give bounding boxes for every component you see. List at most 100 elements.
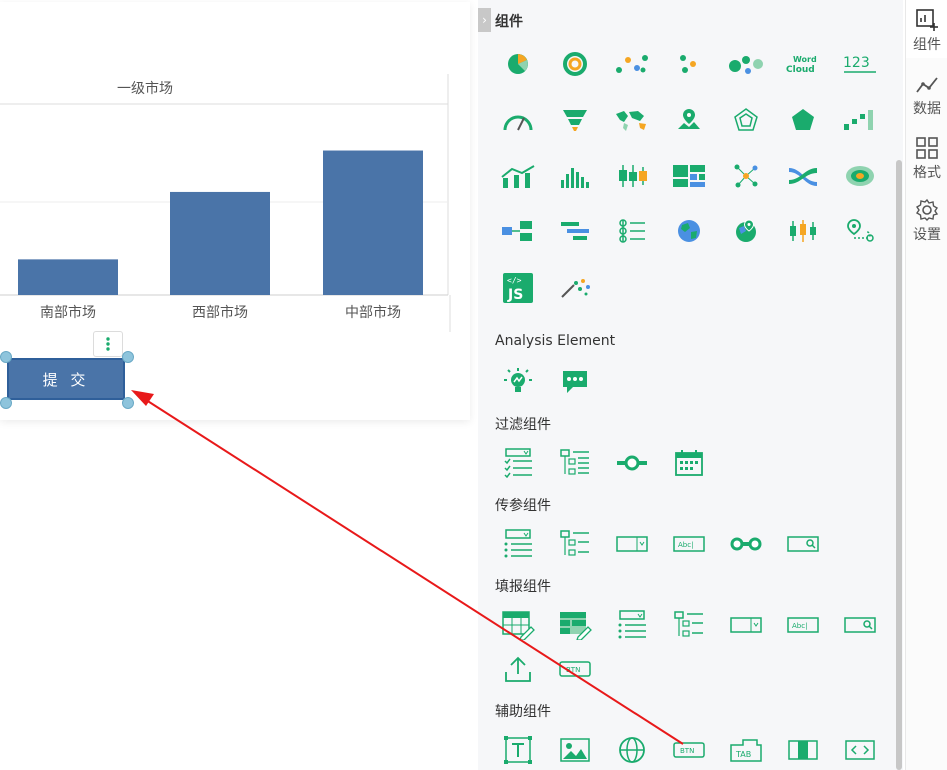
panel-scrollbar[interactable]: [896, 160, 902, 770]
widget-more-menu-button[interactable]: [93, 331, 123, 357]
step-chart-icon[interactable]: [840, 102, 880, 138]
fill-dropdown-list-icon[interactable]: [612, 607, 652, 643]
fill-search-icon[interactable]: [840, 607, 880, 643]
globe-map-icon[interactable]: [669, 213, 709, 249]
flow-chart-icon[interactable]: [498, 213, 538, 249]
funnel-icon[interactable]: [555, 102, 595, 138]
bar-3[interactable]: [323, 150, 423, 295]
web-globe-icon[interactable]: [612, 732, 652, 768]
heatmap-icon[interactable]: [840, 158, 880, 194]
fill-text-input-icon[interactable]: Abc|: [783, 607, 823, 643]
histogram-icon[interactable]: [555, 158, 595, 194]
section-param-title: 传参组件: [495, 498, 551, 514]
fill-form-edit-icon[interactable]: [555, 607, 595, 643]
resize-handle-tr[interactable]: [122, 351, 134, 363]
image-icon[interactable]: [555, 732, 595, 768]
param-dropdown-list-icon[interactable]: [498, 526, 538, 562]
bubble-chart-icon[interactable]: [726, 46, 766, 82]
point-chart-icon[interactable]: [669, 46, 709, 82]
param-search-icon[interactable]: [783, 526, 823, 562]
world-map-icon[interactable]: [612, 102, 652, 138]
rightbar-item-data[interactable]: 数据: [906, 66, 947, 124]
checkbox-list-icon[interactable]: [498, 445, 538, 481]
grid-format-icon: [916, 137, 938, 159]
rightbar-label-components: 组件: [913, 37, 941, 53]
sankey-icon[interactable]: [783, 158, 823, 194]
timeline-list-icon[interactable]: [612, 213, 652, 249]
gantt-icon[interactable]: [555, 213, 595, 249]
comment-bubble-icon[interactable]: [555, 364, 595, 400]
bar-1[interactable]: [18, 259, 118, 295]
fill-table-edit-icon[interactable]: [498, 607, 538, 643]
chart-title: 一级市场: [117, 80, 173, 97]
bar-chart: 一级市场 南部市场 西部市场 中部市场: [0, 74, 451, 332]
gauge-icon[interactable]: [498, 102, 538, 138]
svg-text:123: 123: [843, 55, 870, 71]
submit-button-widget[interactable]: 提 交: [0, 351, 134, 409]
rightbar-item-format[interactable]: 格式: [906, 128, 947, 186]
number-card-icon[interactable]: 123: [840, 46, 880, 82]
range-slider-icon[interactable]: [612, 445, 652, 481]
resize-handle-tl[interactable]: [0, 351, 12, 363]
scatter-dots-icon[interactable]: [612, 46, 652, 82]
carousel-icon[interactable]: [840, 732, 880, 768]
pie-chart-icon[interactable]: [498, 46, 538, 82]
radar-outline-icon[interactable]: [726, 102, 766, 138]
design-canvas[interactable]: 一级市场 南部市场 西部市场 中部市场 提 交: [0, 0, 470, 770]
param-text-input-icon[interactable]: Abc|: [669, 526, 709, 562]
insight-bulb-icon[interactable]: [498, 364, 538, 400]
fill-tree-icon[interactable]: [669, 607, 709, 643]
param-select-icon[interactable]: [612, 526, 652, 562]
network-graph-icon[interactable]: [726, 158, 766, 194]
section-fill-title: 填报组件: [495, 579, 551, 595]
tree-list-icon[interactable]: [555, 445, 595, 481]
ring-chart-icon[interactable]: [555, 46, 595, 82]
submit-button[interactable]: 提 交: [7, 358, 125, 400]
rightbar-item-components[interactable]: 组件: [906, 0, 947, 58]
fill-select-icon[interactable]: [726, 607, 766, 643]
svg-text:BTN: BTN: [566, 666, 580, 674]
candlestick-icon[interactable]: [783, 213, 823, 249]
param-tree-icon[interactable]: [555, 526, 595, 562]
resize-handle-bl[interactable]: [0, 397, 12, 409]
upload-icon[interactable]: [498, 651, 538, 687]
rightbar-label-settings: 设置: [913, 227, 941, 243]
rightbar-label-data: 数据: [913, 101, 941, 117]
svg-text:</>: </>: [507, 276, 522, 285]
magic-wand-icon[interactable]: [555, 270, 595, 306]
calendar-icon[interactable]: [669, 445, 709, 481]
globe-pin-icon[interactable]: [726, 213, 766, 249]
rightbar-item-settings[interactable]: 设置: [906, 190, 947, 248]
button-widget-icon[interactable]: BTN: [669, 732, 709, 768]
more-vertical-icon: [106, 337, 110, 351]
panel-collapse-toggle[interactable]: ›: [478, 8, 491, 32]
fill-button-icon[interactable]: BTN: [555, 651, 595, 687]
word-cloud-icon[interactable]: Word Cloud: [783, 46, 823, 82]
rightbar-label-format: 格式: [913, 165, 941, 181]
resize-handle-br[interactable]: [122, 397, 134, 409]
add-component-icon: [916, 9, 938, 31]
treemap-icon[interactable]: [669, 158, 709, 194]
section-filter-title: 过滤组件: [495, 417, 551, 433]
bar-2[interactable]: [170, 191, 270, 295]
split-panel-icon[interactable]: [783, 732, 823, 768]
x-tick-label: 西部市场: [192, 304, 248, 321]
route-pin-icon[interactable]: [840, 213, 880, 249]
tab-widget-icon[interactable]: TAB: [726, 732, 766, 768]
svg-text:Cloud: Cloud: [786, 65, 815, 75]
svg-text:Abc|: Abc|: [792, 622, 807, 630]
svg-text:BTN: BTN: [680, 747, 694, 755]
map-pin-icon[interactable]: [669, 102, 709, 138]
data-line-icon: [916, 77, 938, 93]
chevron-right-icon: ›: [482, 13, 487, 27]
gear-icon: [916, 198, 939, 221]
text-box-icon[interactable]: [498, 732, 538, 768]
javascript-icon[interactable]: </> JS: [498, 270, 538, 306]
param-slider-icon[interactable]: [726, 526, 766, 562]
line-bar-combo-icon[interactable]: [498, 158, 538, 194]
box-plot-icon[interactable]: [612, 158, 652, 194]
x-tick-label: 中部市场: [345, 304, 401, 321]
section-analysis-title: Analysis Element: [495, 333, 616, 349]
radar-filled-icon[interactable]: [783, 102, 823, 138]
section-aux-title: 辅助组件: [495, 704, 551, 720]
